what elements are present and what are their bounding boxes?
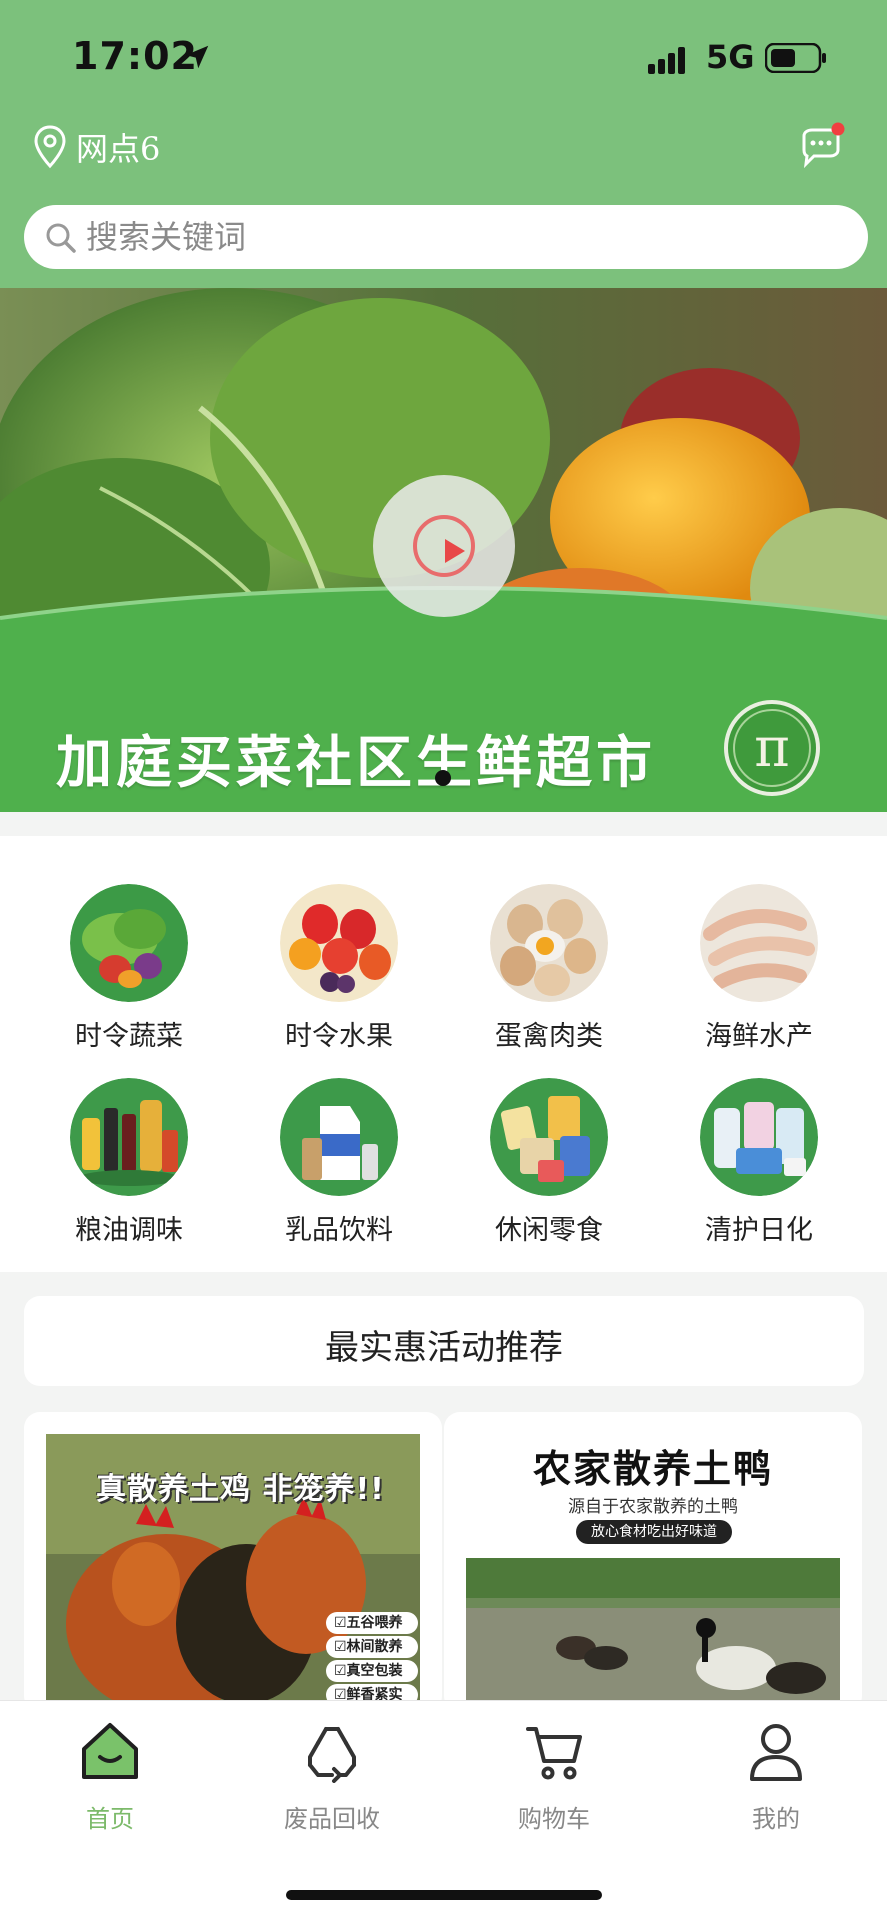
category-item[interactable]: 清护日化 bbox=[678, 1078, 838, 1248]
profile-icon bbox=[750, 1724, 802, 1781]
nav-home[interactable]: 首页 bbox=[30, 1719, 190, 1849]
category-label: 乳品饮料 bbox=[285, 1215, 393, 1246]
status-bar: 17:02 5G bbox=[0, 0, 887, 110]
category-label: 蛋禽肉类 bbox=[495, 1021, 603, 1052]
home-icon bbox=[82, 1723, 138, 1779]
promo-card-duck[interactable]: 农家散养土鸭 源自于农家散养的土鸭 放心食材吃出好味道 bbox=[444, 1412, 862, 1712]
category-label: 时令水果 bbox=[285, 1021, 393, 1052]
category-label: 粮油调味 bbox=[75, 1215, 183, 1246]
vegetables-icon bbox=[70, 884, 188, 1002]
category-label: 海鲜水产 bbox=[705, 1021, 813, 1052]
category-grid: 时令蔬菜 时令水果 蛋禽肉类 海鲜水产 粮油调味 乳品饮料 休闲零食 清护日化 bbox=[0, 836, 887, 1272]
duck-title: 农家散养土鸭 bbox=[532, 1447, 773, 1491]
bottom-nav: 首页 废品回收 购物车 我的 bbox=[0, 1700, 887, 1920]
header: 17:02 5G 网点6 bbox=[0, 0, 887, 288]
feature-tag: ☑林间散养 bbox=[326, 1636, 418, 1658]
duck-promo-image bbox=[466, 1558, 840, 1712]
nav-cart-label: 购物车 bbox=[518, 1805, 590, 1833]
feature-tag: ☑五谷喂养 bbox=[326, 1612, 418, 1634]
category-label: 清护日化 bbox=[705, 1215, 813, 1246]
signal-icon bbox=[648, 47, 685, 74]
cleaning-care-icon bbox=[700, 1078, 818, 1196]
nav-profile-label: 我的 bbox=[752, 1805, 800, 1833]
eggs-meat-icon bbox=[490, 884, 608, 1002]
message-icon[interactable] bbox=[796, 122, 846, 170]
status-time: 17:02 bbox=[72, 34, 198, 78]
battery-icon bbox=[765, 43, 826, 73]
category-item[interactable]: 乳品饮料 bbox=[258, 1078, 418, 1248]
oil-seasoning-icon bbox=[70, 1078, 188, 1196]
category-item[interactable]: 时令水果 bbox=[258, 884, 418, 1054]
fruits-icon bbox=[280, 884, 398, 1002]
location-pin-icon[interactable] bbox=[32, 124, 68, 170]
search-bar[interactable] bbox=[24, 205, 868, 269]
promo-section-header: 最实惠活动推荐 bbox=[24, 1296, 864, 1386]
dairy-drinks-icon bbox=[280, 1078, 398, 1196]
duck-pill: 放心食材吃出好味道 bbox=[576, 1520, 732, 1544]
search-input[interactable] bbox=[86, 215, 826, 259]
app-screen: 17:02 5G 网点6 搜索关键词 加庭买菜社区生鲜超市 π 时令蔬菜 时令水… bbox=[0, 0, 887, 1920]
network-type: 5G bbox=[706, 38, 755, 76]
nav-recycle[interactable]: 废品回收 bbox=[252, 1719, 412, 1849]
chicken-promo-image: 真散养土鸡 非笼养!! ☑五谷喂养 ☑林间散养 ☑真空包装 ☑鲜香紧实 bbox=[46, 1434, 420, 1712]
cart-icon bbox=[526, 1727, 582, 1780]
category-label: 休闲零食 bbox=[495, 1215, 603, 1246]
search-icon bbox=[46, 223, 76, 253]
category-item[interactable]: 休闲零食 bbox=[468, 1078, 628, 1248]
svg-text:π: π bbox=[754, 716, 790, 779]
chicken-headline: 真散养土鸡 非笼养!! bbox=[96, 1472, 385, 1507]
promo-card-chicken[interactable]: 真散养土鸡 非笼养!! ☑五谷喂养 ☑林间散养 ☑真空包装 ☑鲜香紧实 bbox=[24, 1412, 442, 1712]
seafood-icon bbox=[700, 884, 818, 1002]
home-indicator[interactable] bbox=[286, 1890, 602, 1900]
category-item[interactable]: 粮油调味 bbox=[48, 1078, 208, 1248]
nav-profile[interactable]: 我的 bbox=[696, 1719, 856, 1849]
category-item[interactable]: 海鲜水产 bbox=[678, 884, 838, 1054]
recycle-icon bbox=[308, 1727, 356, 1783]
promo-section-title: 最实惠活动推荐 bbox=[325, 1328, 563, 1368]
location-arrow-icon bbox=[185, 45, 209, 69]
promo-banner[interactable]: 加庭买菜社区生鲜超市 π bbox=[0, 288, 887, 812]
duck-subtitle: 源自于农家散养的土鸭 bbox=[568, 1497, 738, 1517]
nav-home-label: 首页 bbox=[86, 1805, 134, 1833]
carousel-indicator bbox=[435, 770, 451, 786]
brand-logo: π bbox=[724, 700, 820, 796]
category-item[interactable]: 时令蔬菜 bbox=[48, 884, 208, 1054]
snacks-icon bbox=[490, 1078, 608, 1196]
location-label[interactable]: 网点6 bbox=[76, 124, 160, 170]
category-label: 时令蔬菜 bbox=[75, 1021, 183, 1052]
play-icon bbox=[413, 515, 475, 577]
play-video-button[interactable] bbox=[373, 475, 515, 617]
banner-title: 加庭买菜社区生鲜超市 bbox=[56, 731, 656, 796]
category-item[interactable]: 蛋禽肉类 bbox=[468, 884, 628, 1054]
notification-dot bbox=[831, 122, 845, 136]
nav-cart[interactable]: 购物车 bbox=[474, 1719, 634, 1849]
feature-tag: ☑真空包装 bbox=[326, 1660, 418, 1682]
nav-recycle-label: 废品回收 bbox=[284, 1805, 380, 1833]
